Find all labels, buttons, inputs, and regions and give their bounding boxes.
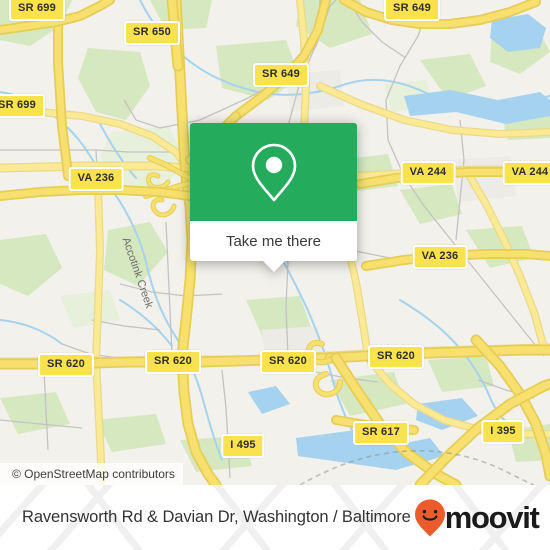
road-shield: SR 650 (124, 21, 180, 45)
road-shield: SR 649 (384, 0, 440, 21)
road-shield: SR 699 (0, 94, 45, 118)
popup-pointer-tail (262, 261, 285, 272)
moovit-map-page: .green { fill:#d5e8c0; } .park { fill:#e… (0, 0, 550, 550)
road-shield: VA 244 (400, 161, 456, 185)
take-me-there-button[interactable]: Take me there (190, 221, 357, 272)
road-shield: VA 236 (68, 167, 124, 191)
road-shield: I 395 (481, 420, 525, 444)
road-shield: SR 649 (253, 63, 309, 87)
road-shield: SR 699 (9, 0, 65, 21)
take-me-there-label: Take me there (225, 232, 322, 250)
map-canvas[interactable]: .green { fill:#d5e8c0; } .park { fill:#e… (0, 0, 550, 485)
popup-header (190, 123, 357, 221)
location-popup[interactable]: Take me there (190, 123, 357, 272)
road-shield: VA 236 (412, 245, 468, 269)
road-shield: VA 244 (502, 161, 550, 185)
map-pin-icon (251, 143, 296, 202)
map-attribution[interactable]: © OpenStreetMap contributors (0, 463, 183, 485)
attribution-text: © OpenStreetMap contributors (12, 467, 175, 481)
road-shield: SR 617 (353, 421, 409, 445)
road-shield: I 495 (221, 434, 265, 458)
road-shield: SR 620 (145, 350, 201, 374)
moovit-logo[interactable]: moovit (413, 498, 540, 538)
road-shield: SR 620 (368, 345, 424, 369)
moovit-pin-icon (414, 499, 445, 536)
moovit-wordmark: moovit (444, 500, 540, 535)
location-title: Ravensworth Rd & Davian Dr, Washington /… (22, 508, 411, 526)
road-shield: SR 620 (38, 353, 94, 377)
footer-content: Ravensworth Rd & Davian Dr, Washington /… (0, 498, 550, 538)
footer-bar: Ravensworth Rd & Davian Dr, Washington /… (0, 485, 550, 550)
road-shield: SR 620 (260, 350, 316, 374)
